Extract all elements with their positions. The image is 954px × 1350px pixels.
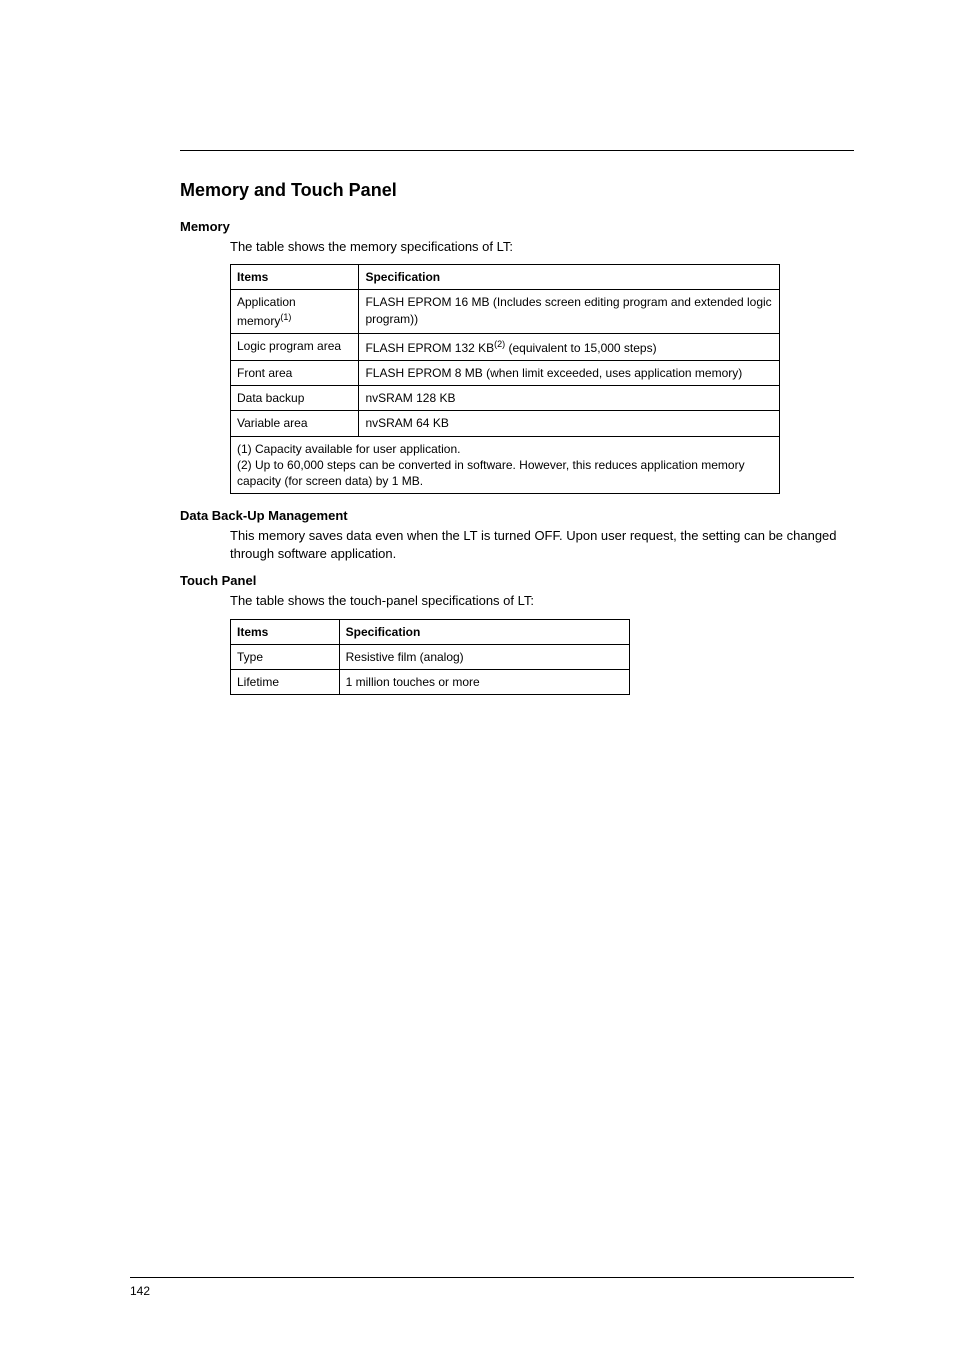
cell-item: Type <box>231 644 340 669</box>
table-header-row: Items Specification <box>231 619 630 644</box>
page-content: Memory and Touch Panel Memory The table … <box>0 0 954 695</box>
text: FLASH EPROM 132 KB <box>365 341 494 355</box>
cell-spec: 1 million touches or more <box>339 670 629 695</box>
superscript: (2) <box>494 339 505 349</box>
section-title: Memory and Touch Panel <box>180 180 854 201</box>
backup-heading: Data Back-Up Management <box>180 508 854 523</box>
cell-item: Variable area <box>231 411 359 436</box>
touch-intro: The table shows the touch-panel specific… <box>230 592 854 610</box>
table-row: Front area FLASH EPROM 8 MB (when limit … <box>231 360 780 385</box>
col-header-spec: Specification <box>359 265 780 290</box>
cell-item: Application memory(1) <box>231 290 359 333</box>
col-header-items: Items <box>231 265 359 290</box>
text: (equivalent to 15,000 steps) <box>505 341 656 355</box>
table-row: Variable area nvSRAM 64 KB <box>231 411 780 436</box>
table-row: Type Resistive film (analog) <box>231 644 630 669</box>
col-header-spec: Specification <box>339 619 629 644</box>
cell-spec: nvSRAM 64 KB <box>359 411 780 436</box>
backup-text: This memory saves data even when the LT … <box>230 527 854 563</box>
superscript: (1) <box>280 312 291 322</box>
page-number: 142 <box>130 1284 150 1298</box>
footer-rule <box>130 1277 854 1278</box>
memory-table: Items Specification Application memory(1… <box>230 264 780 494</box>
col-header-items: Items <box>231 619 340 644</box>
memory-heading: Memory <box>180 219 854 234</box>
cell-item: Lifetime <box>231 670 340 695</box>
touch-heading: Touch Panel <box>180 573 854 588</box>
cell-spec: FLASH EPROM 132 KB(2) (equivalent to 15,… <box>359 333 780 360</box>
memory-intro: The table shows the memory specification… <box>230 238 854 256</box>
top-rule <box>180 150 854 151</box>
table-row: Application memory(1) FLASH EPROM 16 MB … <box>231 290 780 333</box>
table-footnote-row: (1) Capacity available for user applicat… <box>231 436 780 494</box>
touch-table: Items Specification Type Resistive film … <box>230 619 630 696</box>
table-row: Lifetime 1 million touches or more <box>231 670 630 695</box>
cell-spec: FLASH EPROM 16 MB (Includes screen editi… <box>359 290 780 333</box>
table-row: Logic program area FLASH EPROM 132 KB(2)… <box>231 333 780 360</box>
cell-spec: FLASH EPROM 8 MB (when limit exceeded, u… <box>359 360 780 385</box>
cell-item: Logic program area <box>231 333 359 360</box>
cell-item: Data backup <box>231 386 359 411</box>
footnote-cell: (1) Capacity available for user applicat… <box>231 436 780 494</box>
cell-item: Front area <box>231 360 359 385</box>
table-row: Data backup nvSRAM 128 KB <box>231 386 780 411</box>
table-header-row: Items Specification <box>231 265 780 290</box>
cell-spec: Resistive film (analog) <box>339 644 629 669</box>
cell-spec: nvSRAM 128 KB <box>359 386 780 411</box>
